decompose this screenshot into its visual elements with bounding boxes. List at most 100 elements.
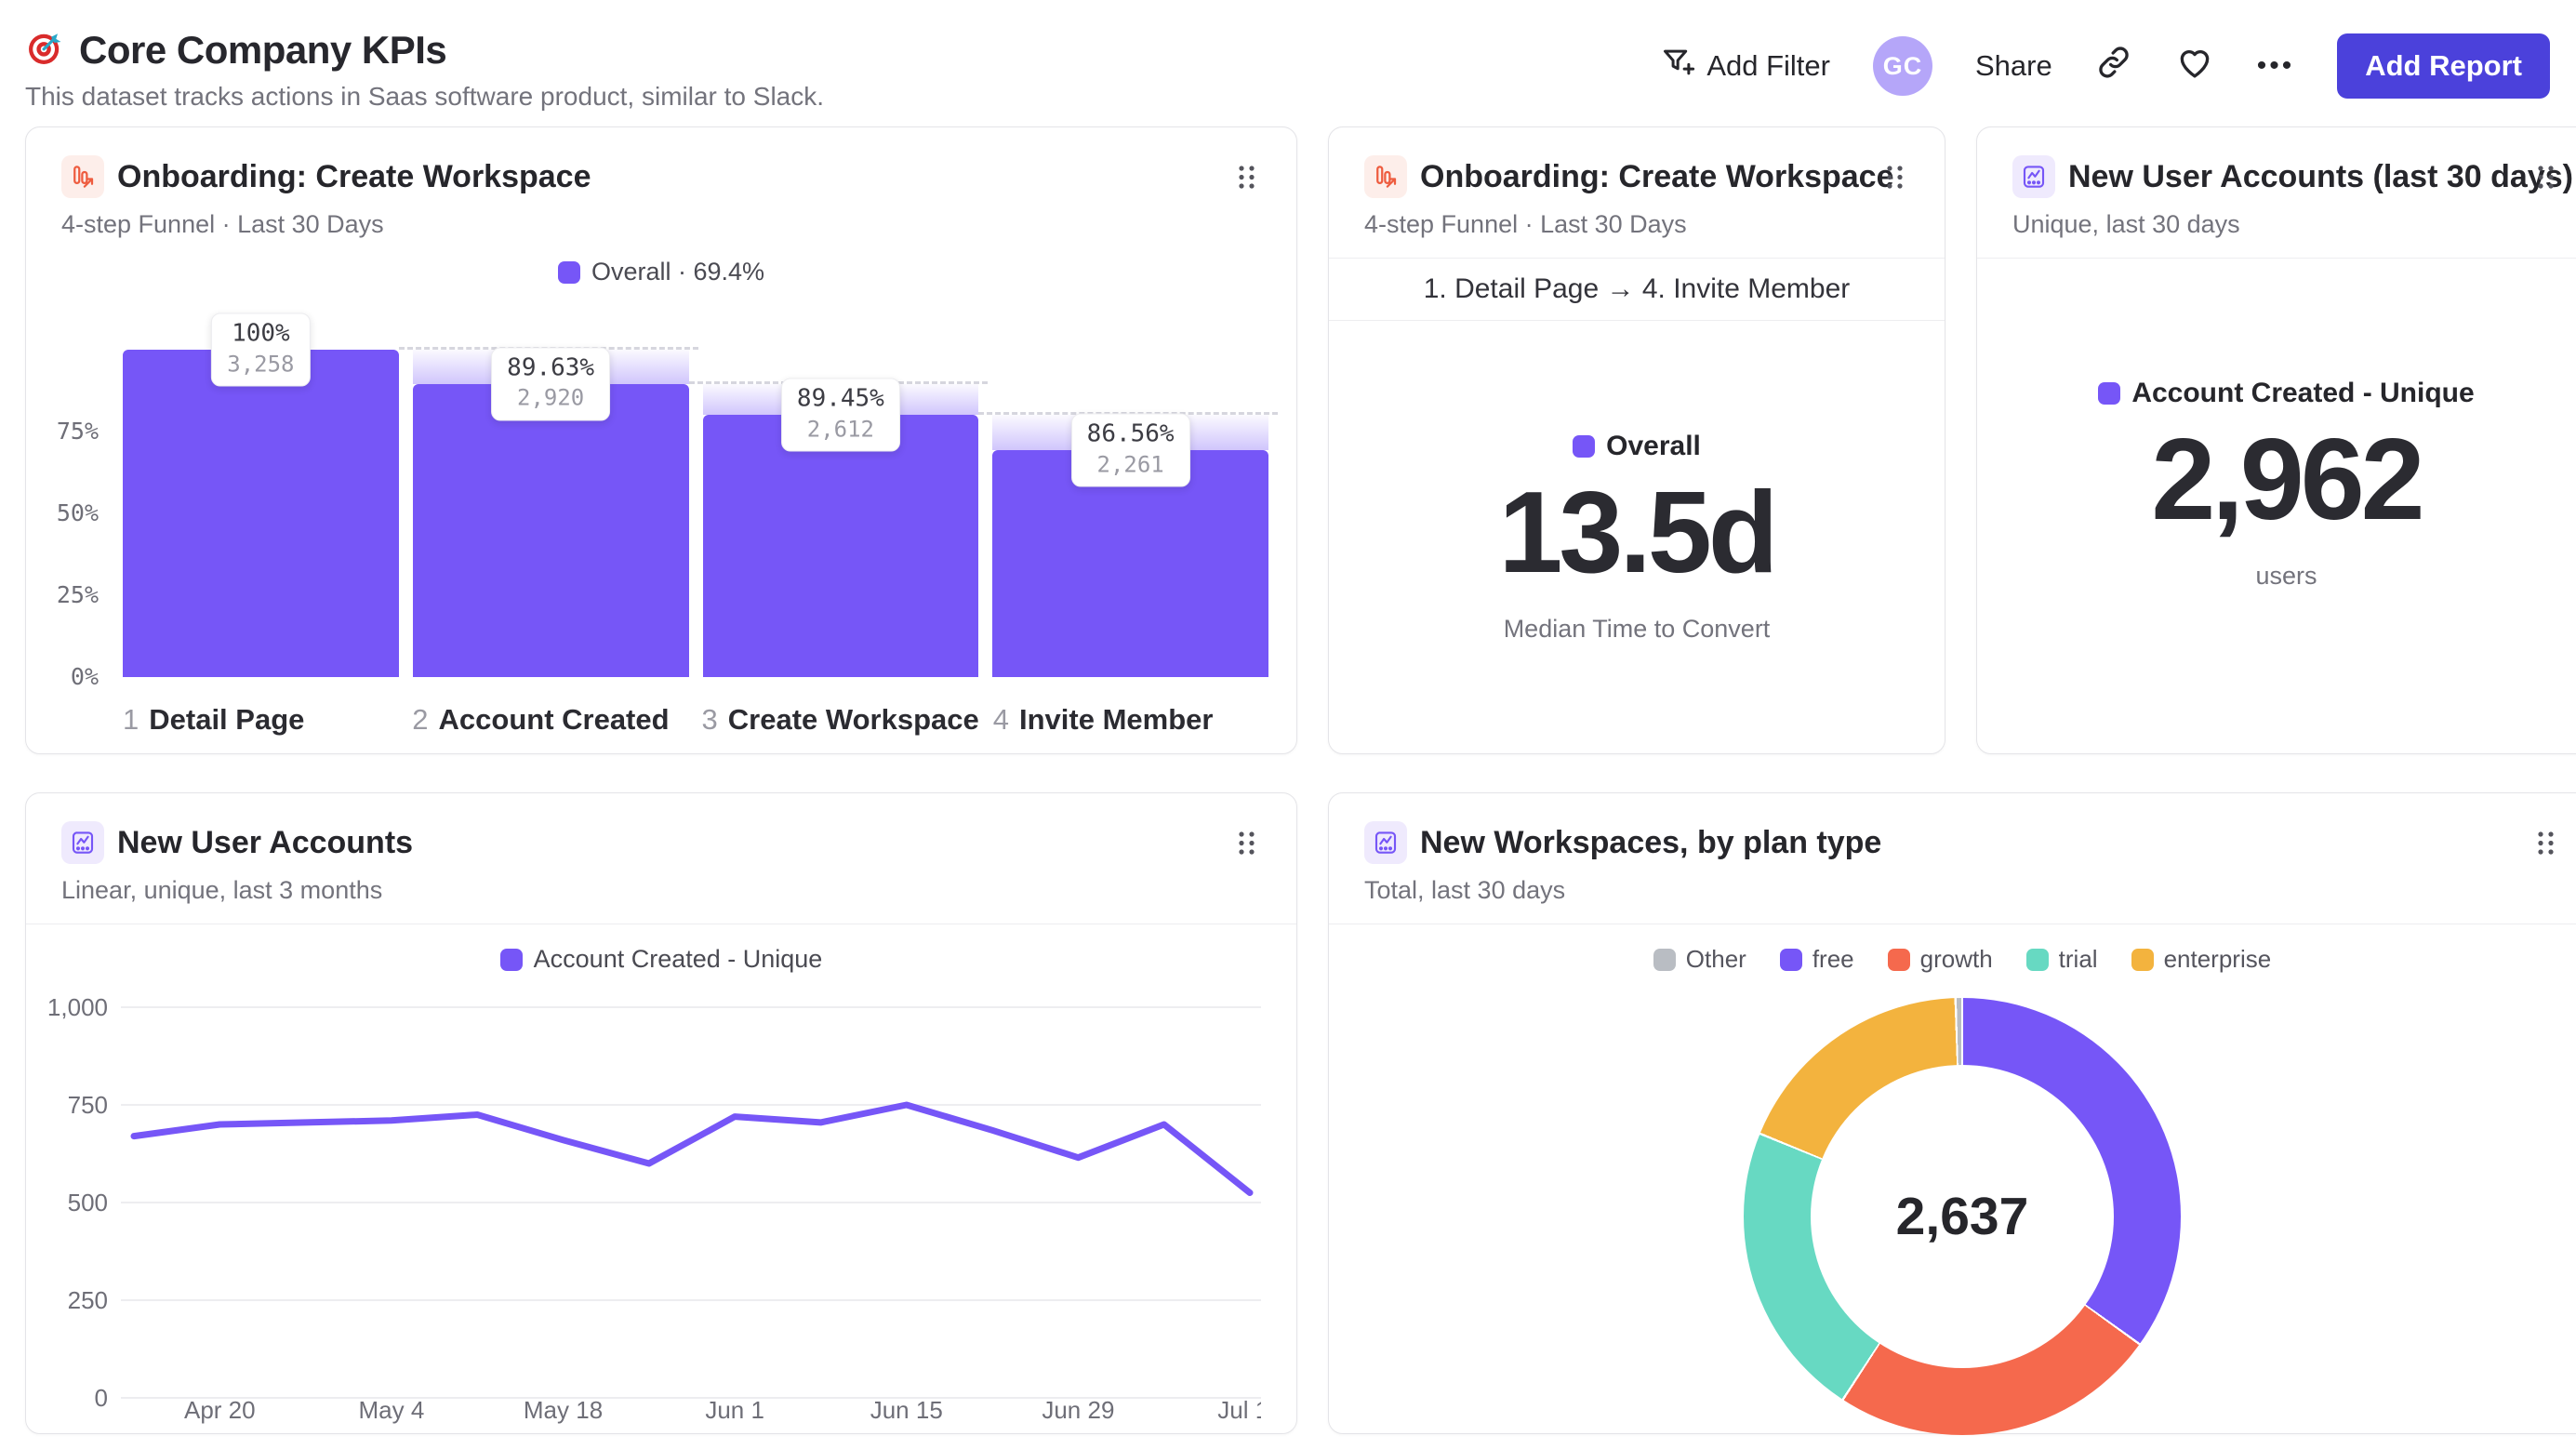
legend-label: trial	[2058, 945, 2098, 973]
card-title: New User Accounts (last 30 days)	[2068, 158, 2573, 194]
x-axis-tick: May 18	[524, 1396, 603, 1424]
line-report-icon	[2012, 155, 2055, 198]
x-axis-tick: Jun 15	[870, 1396, 943, 1424]
legend-item-growth[interactable]: growth	[1887, 945, 1993, 974]
legend-swatch	[2025, 948, 2049, 971]
card-subtitle: Linear, unique, last 3 months	[61, 876, 383, 904]
legend-item-enterprise[interactable]: enterprise	[2131, 945, 2272, 974]
add-filter-button[interactable]: Add Filter	[1660, 45, 1830, 87]
drag-handle-icon[interactable]	[2537, 831, 2555, 860]
legend-swatch	[557, 260, 580, 284]
legend-label: Other	[1685, 945, 1746, 973]
line-report-icon	[1364, 821, 1407, 864]
metric-legend[interactable]: Account Created - Unique	[2098, 378, 2475, 409]
funnel-step-label: 1 Detail Page	[123, 703, 305, 736]
card-subtitle: 4-step Funnel · Last 30 Days	[61, 210, 384, 238]
metric-legend[interactable]: Overall	[1573, 431, 1701, 462]
card-title: New User Accounts	[117, 824, 414, 860]
metric-value: 13.5d	[1498, 469, 1778, 597]
y-axis-tick: 750	[68, 1091, 108, 1119]
target-emoji-icon	[25, 29, 64, 73]
legend-label: growth	[1919, 945, 1993, 973]
funnel-bar-label: 89.45% 2,612	[780, 378, 900, 452]
filter-plus-icon	[1660, 45, 1695, 87]
copy-link-button[interactable]	[2095, 44, 2132, 88]
legend-item-other[interactable]: Other	[1653, 945, 1746, 974]
legend-swatch	[1573, 435, 1596, 458]
funnel-bar-group[interactable]: 100% 3,258	[123, 312, 399, 677]
add-report-button[interactable]: Add Report	[2337, 33, 2550, 99]
card-new-user-accounts-30d[interactable]: New User Accounts (last 30 days) Unique,…	[1976, 126, 2576, 754]
drag-handle-icon[interactable]	[1238, 831, 1255, 860]
funnel-bar-group[interactable]: 86.56% 2,261	[978, 350, 1278, 677]
funnel-y-tick: 0%	[70, 663, 99, 690]
share-button[interactable]: Share	[1975, 49, 2052, 83]
x-axis-tick: Jun 29	[1042, 1396, 1114, 1424]
funnel-chart[interactable]: 75% 50% 25% 0% 100% 3,258 89.63% 2,920 89.45% 2,…	[26, 301, 1296, 757]
y-axis-tick: 250	[68, 1286, 108, 1314]
avatar[interactable]: GC	[1872, 36, 1932, 96]
dashboard-grid: Onboarding: Create Workspace 4-step Funn…	[0, 126, 2576, 1435]
legend-label: enterprise	[2163, 945, 2272, 973]
funnel-bar[interactable]	[702, 414, 979, 677]
metric-caption: users	[2255, 562, 2317, 590]
page-header: Core Company KPIs This dataset tracks ac…	[0, 0, 2576, 126]
donut-legend: Other free growth trial enterprise	[1329, 945, 2576, 974]
x-axis-tick: Jul 13	[1217, 1396, 1261, 1424]
donut-chart[interactable]: 2,637	[1744, 998, 2181, 1435]
funnel-legend[interactable]: Overall · 69.4%	[26, 258, 1296, 286]
page-title: Core Company KPIs	[79, 28, 447, 72]
funnel-y-tick: 50%	[56, 499, 99, 526]
heart-icon	[2175, 43, 2214, 89]
favorite-button[interactable]	[2175, 43, 2214, 89]
line-series[interactable]	[130, 1101, 1254, 1196]
line-legend[interactable]: Account Created - Unique	[26, 945, 1296, 974]
card-title: Onboarding: Create Workspace	[117, 158, 591, 194]
legend-label: Account Created - Unique	[533, 945, 823, 973]
card-subtitle: Total, last 30 days	[1364, 876, 1566, 904]
more-menu-button[interactable]: •••	[2257, 50, 2295, 82]
donut-center-value: 2,637	[1895, 1187, 2029, 1246]
funnel-y-tick: 75%	[56, 418, 99, 445]
funnel-step-label: 3 Create Workspace	[701, 703, 979, 736]
card-funnel[interactable]: Onboarding: Create Workspace 4-step Funn…	[25, 126, 1297, 754]
x-axis-tick: Jun 1	[705, 1396, 764, 1424]
x-axis-tick: May 4	[359, 1396, 425, 1424]
funnel-step-label: 4 Invite Member	[992, 703, 1214, 736]
card-new-user-accounts-line[interactable]: New User Accounts Linear, unique, last 3…	[25, 792, 1297, 1434]
metric-caption: Median Time to Convert	[1503, 615, 1771, 643]
legend-label: free	[1812, 945, 1854, 973]
legend-label: Overall	[1606, 431, 1701, 461]
funnel-step-label: 2 Account Created	[412, 703, 670, 736]
funnel-bar[interactable]	[412, 383, 689, 677]
funnel-bar-group[interactable]: 89.45% 2,612	[688, 350, 989, 677]
funnel-bar-label: 89.63% 2,920	[491, 347, 611, 421]
drag-handle-icon[interactable]	[1238, 165, 1255, 194]
funnel-bar-group[interactable]: 89.63% 2,920	[398, 347, 698, 677]
funnel-bar-label: 100% 3,258	[211, 312, 311, 387]
legend-swatch	[1779, 948, 1802, 971]
card-new-workspaces-donut[interactable]: New Workspaces, by plan type Total, last…	[1328, 792, 2576, 1435]
card-title: Onboarding: Create Workspace	[1420, 158, 1894, 194]
card-subtitle: 4-step Funnel · Last 30 Days	[1364, 210, 1687, 238]
funnel-y-tick: 25%	[56, 581, 99, 608]
funnel-bar[interactable]	[123, 350, 399, 677]
metric-value: 2,962	[2151, 416, 2424, 544]
card-time-to-convert[interactable]: Onboarding: Create Workspace 4-step Funn…	[1328, 126, 1945, 754]
drag-handle-icon[interactable]	[1886, 165, 1904, 194]
funnel-report-icon	[61, 155, 104, 198]
add-filter-label: Add Filter	[1706, 49, 1830, 82]
drag-handle-icon[interactable]	[2537, 165, 2555, 194]
legend-swatch	[1887, 948, 1910, 971]
legend-swatch	[2131, 948, 2154, 971]
share-label: Share	[1974, 49, 2052, 82]
line-chart[interactable]: 0 250 500 750 1,000 Apr 20 May 4 May 18 Jun 1 Jun…	[41, 987, 1261, 1424]
legend-item-trial[interactable]: trial	[2025, 945, 2098, 974]
x-axis-tick: Apr 20	[184, 1396, 256, 1424]
legend-item-free[interactable]: free	[1779, 945, 1854, 974]
line-report-icon	[61, 821, 104, 864]
y-axis-tick: 1,000	[47, 993, 108, 1021]
funnel-report-icon	[1364, 155, 1407, 198]
legend-swatch	[1653, 948, 1676, 971]
legend-label: Overall · 69.4%	[591, 258, 765, 286]
